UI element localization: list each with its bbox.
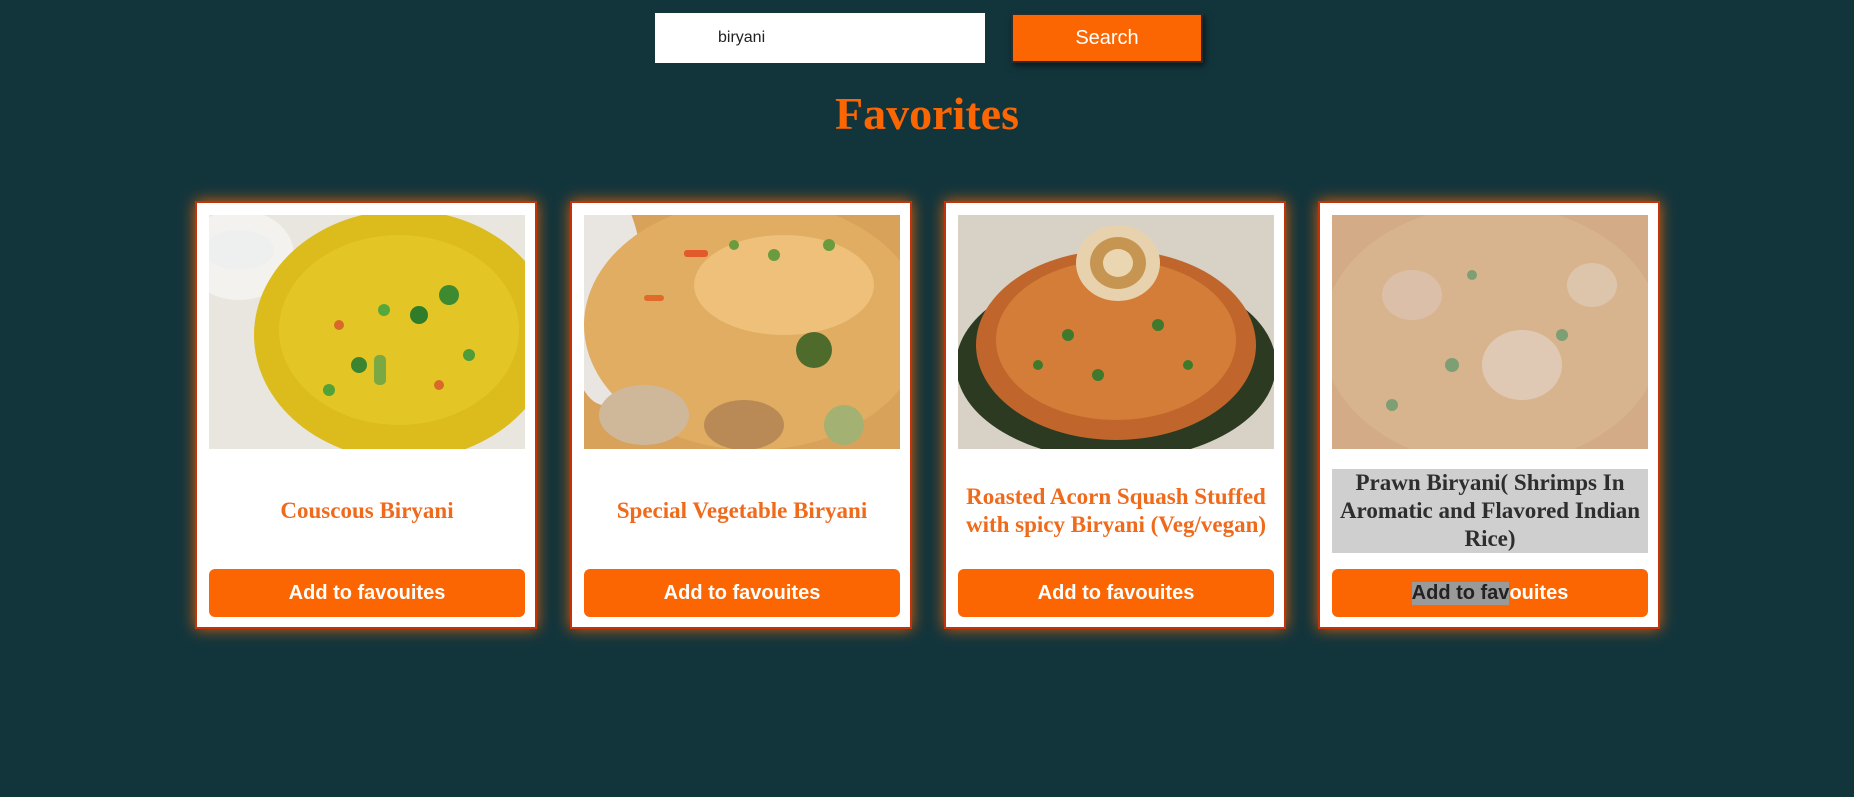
recipe-card: Roasted Acorn Squash Stuffed with spicy … [944,201,1286,629]
add-to-favourites-button[interactable]: Add to favouites [1332,569,1648,617]
search-bar: Search [0,13,1854,63]
recipe-card: Couscous Biryani Add to favouites [195,201,537,629]
recipe-card: Special Vegetable Biryani Add to favouit… [570,201,912,629]
recipe-image [958,215,1274,449]
recipe-image [584,215,900,449]
recipe-title: Special Vegetable Biryani [616,498,868,523]
recipe-title: Couscous Biryani [280,498,454,523]
recipe-title-wrap: Couscous Biryani [209,467,525,555]
recipe-title-wrap: Roasted Acorn Squash Stuffed with spicy … [958,467,1274,555]
button-label-rest: ouites [1509,581,1569,604]
add-to-favourites-button[interactable]: Add to favouites [584,569,900,617]
search-button[interactable]: Search [1011,13,1203,63]
recipe-title-wrap: Prawn Biryani( Shrimps In Aromatic and F… [1332,467,1648,555]
recipe-card: Prawn Biryani( Shrimps In Aromatic and F… [1318,201,1660,629]
recipe-title-wrap: Special Vegetable Biryani [584,467,900,555]
recipe-image [209,215,525,449]
recipe-title: Roasted Acorn Squash Stuffed with spicy … [965,484,1267,537]
add-to-favourites-button[interactable]: Add to favouites [958,569,1274,617]
selected-text: Add to fav [1411,581,1510,605]
add-to-favourites-button[interactable]: Add to favouites [209,569,525,617]
page-title: Favorites [835,88,1019,139]
recipe-title: Prawn Biryani( Shrimps In Aromatic and F… [1332,469,1648,553]
search-input[interactable] [655,13,985,63]
recipe-image [1332,215,1648,449]
